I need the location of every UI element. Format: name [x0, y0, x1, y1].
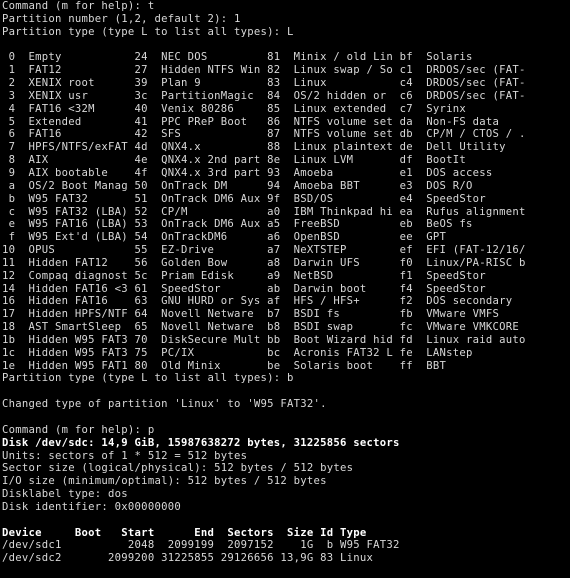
partition-type-row: 17 Hidden HPFS/NTF 64 Novell Netware b7 … [2, 308, 500, 321]
partition-type-row: b W95 FAT32 51 OnTrack DM6 Aux 9f BSD/OS… [2, 192, 486, 205]
partition-type-row: 11 Hidden FAT12 56 Golden Bow a8 Darwin … [2, 256, 526, 269]
disk-info-line: Units: sectors of 1 * 512 = 512 bytes [2, 449, 248, 462]
prompt-line: Command (m for help): p [2, 423, 155, 436]
prompt-line: Command (m for help): t [2, 0, 155, 12]
disk-info-line: Disklabel type: dos [2, 488, 128, 501]
partition-type-row: 1e Hidden W95 FAT1 80 Old Minix be Solar… [2, 359, 447, 372]
partition-table-row: /dev/sdc2 2099200 31225855 29126656 13,9… [2, 552, 374, 565]
prompt-line: Partition type (type L to list all types… [2, 25, 294, 38]
partition-type-row: e W95 FAT16 (LBA) 53 OnTrack DM6 Aux a5 … [2, 218, 473, 231]
partition-type-row: 10 OPUS 55 EZ-Drive a7 NeXTSTEP ef EFI (… [2, 244, 526, 257]
partition-table-header: Device Boot Start End Sectors Size Id Ty… [2, 526, 367, 539]
partition-type-row: 14 Hidden FAT16 <3 61 SpeedStor ab Darwi… [2, 282, 486, 295]
partition-type-row: 2 XENIX root 39 Plan 9 83 Linux c4 DRDOS… [2, 77, 526, 90]
partition-type-row: 0 Empty 24 NEC DOS 81 Minix / old Lin bf… [2, 51, 473, 64]
terminal-output: Command (m for help): t Partition number… [2, 0, 526, 565]
partition-type-row: 4 FAT16 <32M 40 Venix 80286 85 Linux ext… [2, 102, 466, 115]
disk-info-line: Sector size (logical/physical): 512 byte… [2, 462, 354, 475]
partition-type-row: 8 AIX 4e QNX4.x 2nd part 8e Linux LVM df… [2, 154, 466, 167]
partition-type-row: 12 Compaq diagnost 5c Priam Edisk a9 Net… [2, 269, 486, 282]
partition-type-row: c W95 FAT32 (LBA) 52 CP/M a0 IBM Thinkpa… [2, 205, 526, 218]
disk-summary-line: Disk /dev/sdc: 14,9 GiB, 15987638272 byt… [2, 436, 400, 449]
partition-type-row: a OS/2 Boot Manag 50 OnTrack DM 94 Amoeb… [2, 179, 473, 192]
partition-type-row: 9 AIX bootable 4f QNX4.x 3rd part 93 Amo… [2, 166, 493, 179]
partition-type-row: 1c Hidden W95 FAT3 75 PC/IX bc Acronis F… [2, 346, 473, 359]
disk-info-line: Disk identifier: 0x00000000 [2, 500, 181, 513]
partition-type-row: 16 Hidden FAT16 63 GNU HURD or Sys af HF… [2, 295, 513, 308]
partition-table-row: /dev/sdc1 2048 2099199 2097152 1G b W95 … [2, 539, 400, 552]
partition-type-row: 3 XENIX usr 3c PartitionMagic 84 OS/2 hi… [2, 89, 526, 102]
partition-type-row: 1b Hidden W95 FAT3 70 DiskSecure Mult bb… [2, 333, 526, 346]
terminal-window[interactable]: Command (m for help): t Partition number… [0, 0, 570, 578]
partition-type-row: f W95 Ext'd (LBA) 54 OnTrackDM6 a6 OpenB… [2, 231, 447, 244]
prompt-line: Partition number (1,2, default 2): 1 [2, 12, 241, 25]
disk-info-line: I/O size (minimum/optimal): 512 bytes / … [2, 475, 327, 488]
partition-type-row: 6 FAT16 42 SFS 87 NTFS volume set db CP/… [2, 128, 526, 141]
partition-type-row: 18 AST SmartSleep 65 Novell Netware b8 B… [2, 321, 519, 334]
partition-type-row: 7 HPFS/NTFS/exFAT 4d QNX4.x 88 Linux pla… [2, 141, 506, 154]
partition-type-row: 1 FAT12 27 Hidden NTFS Win 82 Linux swap… [2, 64, 526, 77]
status-message: Changed type of partition 'Linux' to 'W9… [2, 398, 327, 411]
partition-type-row: 5 Extended 41 PPC PReP Boot 86 NTFS volu… [2, 115, 500, 128]
prompt-line: Partition type (type L to list all types… [2, 372, 294, 385]
